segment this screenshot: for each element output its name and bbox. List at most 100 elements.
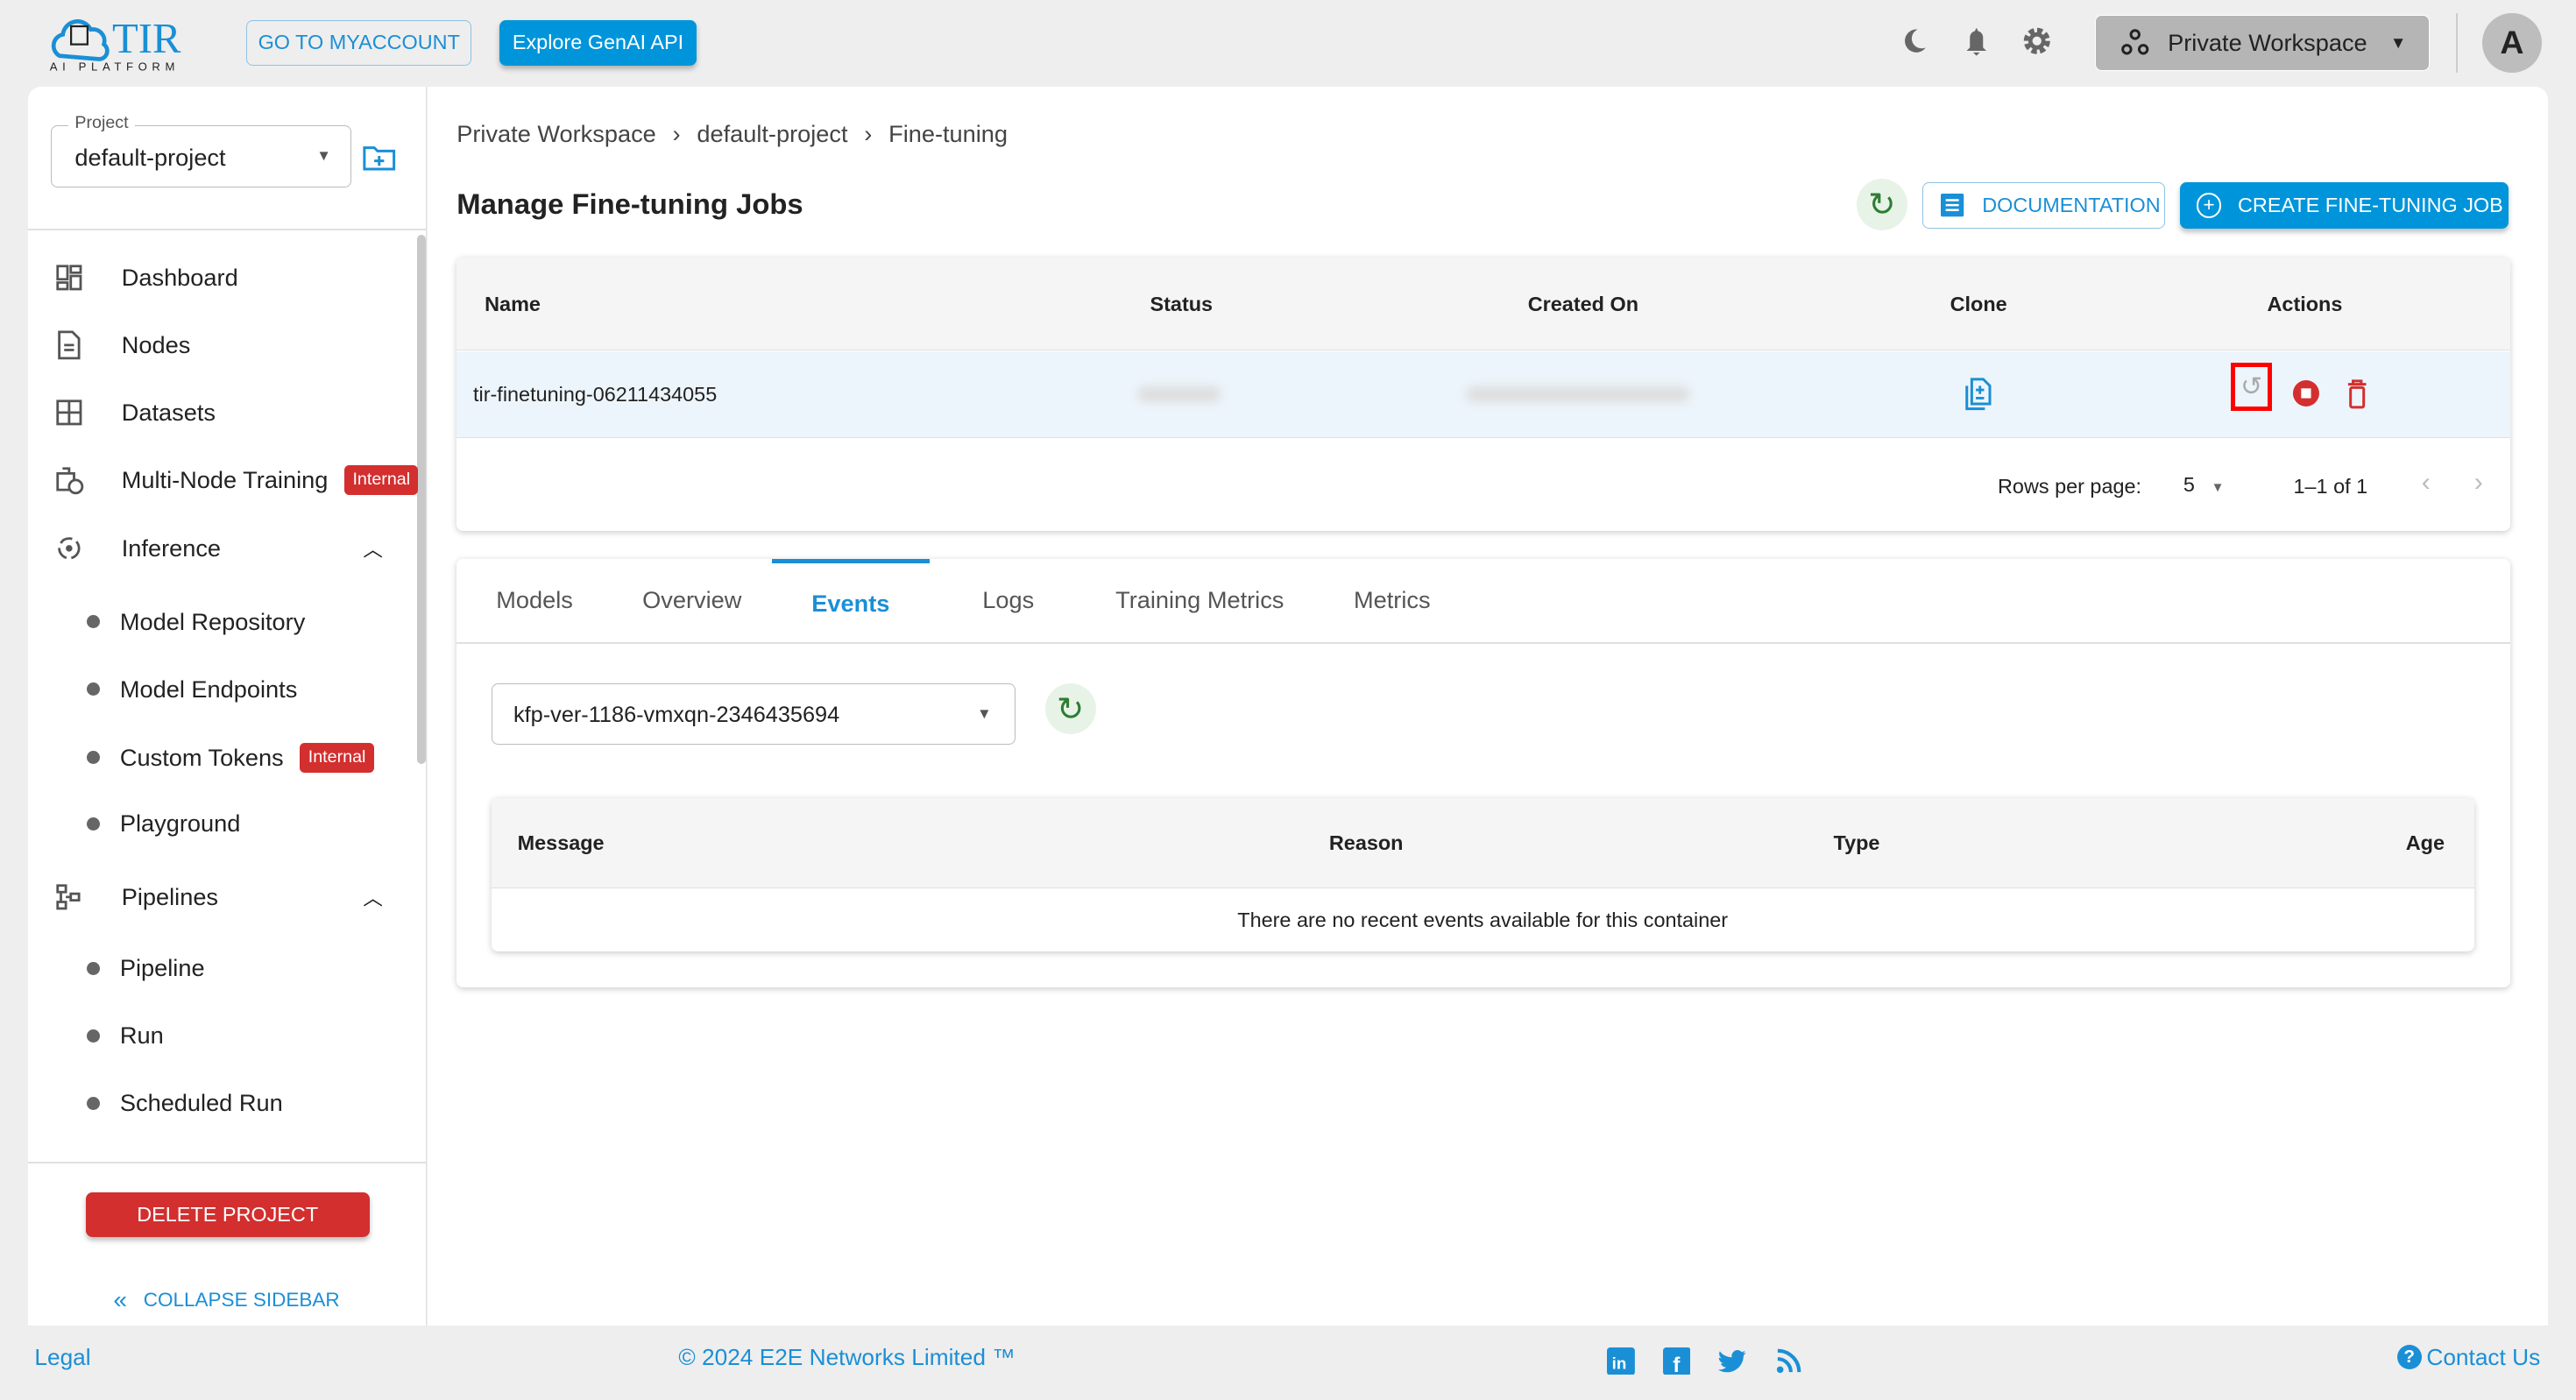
rows-per-page-select[interactable]: 5 ▼ (2183, 473, 2225, 497)
stop-icon[interactable] (2292, 379, 2320, 407)
refresh-icon: ↻ (1868, 186, 1896, 223)
svg-text:TIR: TIR (112, 15, 181, 62)
tab-overview[interactable]: Overview (642, 586, 741, 614)
rss-icon[interactable] (1776, 1347, 1802, 1374)
settings-gear-icon[interactable] (2020, 25, 2054, 58)
delete-project-button[interactable]: DELETE PROJECT (85, 1192, 370, 1237)
tab-events[interactable]: Events (811, 590, 889, 618)
project-select[interactable]: Project default-project ▼ (51, 112, 352, 187)
events-table: Message Reason Type Age There are no rec… (491, 798, 2474, 951)
linkedin-icon[interactable]: in (1606, 1347, 1635, 1375)
refresh-icon: ↻ (1056, 690, 1085, 728)
delete-trash-icon[interactable] (2346, 379, 2367, 409)
sidebar-item-playground[interactable]: Playground (87, 810, 240, 838)
sidebar-item-model-endpoints[interactable]: Model Endpoints (87, 675, 297, 704)
tab-logs[interactable]: Logs (982, 586, 1034, 614)
double-chevron-left-icon: « (113, 1286, 128, 1314)
documentation-button[interactable]: DOCUMENTATION (1921, 182, 2166, 229)
tir-logo[interactable]: TIR AI PLATFORM (46, 13, 202, 79)
label: Model Endpoints (119, 675, 298, 703)
restart-button-highlighted[interactable]: ↺ (2231, 363, 2273, 411)
next-page-icon[interactable]: › (2474, 468, 2483, 498)
tab-metrics[interactable]: Metrics (1354, 586, 1431, 614)
label: Datasets (121, 398, 216, 426)
workspace-selector[interactable]: Private Workspace ▼ (2094, 14, 2431, 71)
caret-down-icon: ▼ (2389, 32, 2407, 52)
sidebar-item-nodes[interactable]: Nodes (54, 330, 190, 360)
sidebar-item-run[interactable]: Run (87, 1022, 164, 1050)
breadcrumb-workspace[interactable]: Private Workspace (456, 120, 656, 148)
top-bar: TIR AI PLATFORM GO TO MYACCOUNT Explore G… (0, 0, 2576, 86)
help-icon: ? (2396, 1345, 2422, 1370)
label: Pipelines (121, 882, 219, 910)
pipelines-icon (56, 884, 81, 910)
label: Run (119, 1022, 164, 1050)
clone-icon[interactable] (1964, 378, 1993, 411)
sidebar-item-datasets[interactable]: Datasets (54, 398, 216, 428)
sidebar-item-scheduled-run[interactable]: Scheduled Run (87, 1089, 283, 1117)
new-project-folder-icon[interactable] (363, 143, 396, 173)
contact-us-link[interactable]: ? Contact Us (2396, 1343, 2541, 1371)
previous-page-icon[interactable]: ‹ (2422, 468, 2431, 498)
label: Nodes (121, 330, 191, 358)
breadcrumb-project[interactable]: default-project (697, 120, 847, 148)
social-links: in f (1606, 1347, 1802, 1375)
explore-genai-api-button[interactable]: Explore GenAI API (499, 19, 697, 66)
column-header-clone: Clone (1950, 292, 2007, 315)
chevron-up-icon: ︿ (363, 539, 383, 562)
create-fine-tuning-job-button[interactable]: + CREATE FINE-TUNING JOB (2180, 182, 2509, 229)
nodes-document-icon (58, 330, 81, 360)
datasets-grid-icon (56, 399, 82, 426)
dashboard-icon (56, 265, 82, 291)
column-header-message: Message (517, 831, 605, 854)
label: Contact Us (2426, 1343, 2541, 1370)
legal-link[interactable]: Legal (34, 1344, 90, 1371)
breadcrumb: Private Workspace › default-project › Fine… (456, 119, 1008, 148)
rows-per-page-label: Rows per page: (1998, 474, 2142, 498)
tab-training-metrics[interactable]: Training Metrics (1115, 586, 1284, 614)
column-header-name[interactable]: Name (485, 293, 541, 316)
sidebar-item-pipelines[interactable]: Pipelines ︿ (54, 882, 383, 912)
sidebar-item-model-repository[interactable]: Model Repository (87, 608, 305, 636)
label: Multi-Node Training (121, 465, 329, 493)
sidebar-item-custom-tokens[interactable]: Custom Tokens Internal (87, 742, 374, 773)
facebook-icon[interactable]: f (1662, 1347, 1691, 1375)
label: Playground (119, 810, 241, 838)
chevron-up-icon: ︿ (363, 887, 383, 909)
page-title: Manage Fine-tuning Jobs (456, 187, 803, 220)
sidebar-item-dashboard[interactable]: Dashboard (54, 263, 238, 293)
internal-badge: Internal (344, 464, 419, 495)
pod-select[interactable]: kfp-ver-1186-vmxqn-2346435694 ▼ (491, 683, 1016, 745)
label: Custom Tokens (119, 743, 284, 771)
project-value: default-project (74, 144, 226, 172)
refresh-events-button[interactable]: ↻ (1044, 683, 1096, 735)
notification-bell-icon[interactable] (1960, 25, 1993, 58)
inference-icon (58, 537, 81, 560)
label: Pipeline (119, 954, 205, 982)
user-avatar[interactable]: A (2482, 13, 2542, 73)
refresh-button[interactable]: ↻ (1856, 179, 1907, 230)
sidebar-item-inference[interactable]: Inference ︿ (54, 534, 383, 563)
column-header-status[interactable]: Status (1150, 293, 1214, 316)
document-icon (1941, 194, 1964, 217)
status-value-blurred (1138, 385, 1221, 403)
label: DOCUMENTATION (1982, 193, 2161, 216)
column-header-type: Type (1833, 831, 1880, 854)
column-header-actions: Actions (2267, 292, 2343, 315)
sidebar-scrollbar[interactable] (417, 235, 426, 764)
sidebar-item-pipeline[interactable]: Pipeline (87, 954, 205, 982)
go-to-myaccount-button[interactable]: GO TO MYACCOUNT (246, 19, 472, 67)
tab-models[interactable]: Models (496, 586, 573, 614)
svg-text:AI PLATFORM: AI PLATFORM (49, 60, 179, 73)
workspace-icon (2121, 29, 2149, 55)
job-name[interactable]: tir-finetuning-06211434055 (473, 383, 717, 407)
twitter-icon[interactable] (1718, 1347, 1748, 1375)
table-row[interactable]: tir-finetuning-06211434055 ↺ (456, 351, 2510, 438)
dark-mode-moon-icon[interactable] (1898, 25, 1931, 58)
sidebar-item-multi-node-training[interactable]: Multi-Node Training Internal (54, 464, 419, 495)
column-header-created-on[interactable]: Created On (1528, 293, 1638, 316)
column-header-age: Age (2405, 831, 2445, 854)
main-content: Private Workspace › default-project › Fine… (427, 87, 2549, 1326)
collapse-sidebar-button[interactable]: « COLLAPSE SIDEBAR (113, 1286, 339, 1314)
project-label: Project (67, 112, 136, 133)
